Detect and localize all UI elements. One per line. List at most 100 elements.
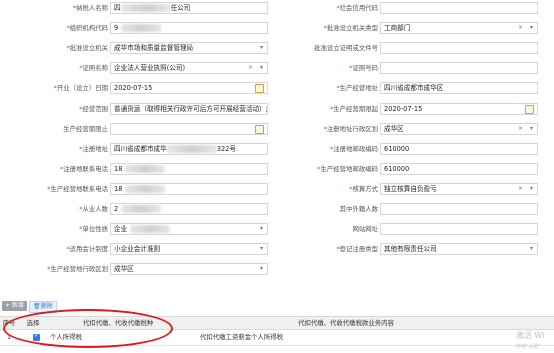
field-label-text: 批准设立机关 xyxy=(69,44,108,53)
field-value: 2020-07-15 xyxy=(384,104,423,113)
field-label-text: 生产经营地邮政编码 xyxy=(320,164,378,173)
field-label: *单位性质 xyxy=(4,222,108,236)
redacted-block xyxy=(120,4,171,12)
form-row: *注册地联系电话 18 *生产经营地邮政编码 610000 xyxy=(0,162,554,176)
chevron-down-icon[interactable]: ▾ xyxy=(260,224,263,234)
field-input[interactable]: 成华市场和质量监督管理局 ▾ xyxy=(110,42,268,55)
field-label-text: 单位性质 xyxy=(82,225,108,234)
delete-label: 删除 xyxy=(40,303,53,310)
form-row: *生产经营地行政区划 成华区 ▾ xyxy=(0,262,554,276)
field-label-text: 批准设立证明或文件号 xyxy=(314,44,378,53)
field-label: *经营范围 xyxy=(4,102,108,116)
calendar-icon[interactable] xyxy=(525,104,534,114)
field-label-text: 组织机构代码 xyxy=(69,24,108,33)
field-input[interactable]: 2020-07-15 xyxy=(380,102,538,115)
chevron-down-icon[interactable]: ▾ xyxy=(530,244,533,254)
field-value: 工商部门 xyxy=(384,24,411,33)
chevron-down-icon[interactable]: ▾ xyxy=(530,23,533,33)
field-label: *批准设立机关类型 xyxy=(274,21,378,35)
field-input[interactable]: 2 xyxy=(110,203,268,215)
field-input[interactable]: 四川省成都市成华区 xyxy=(380,82,538,95)
form-row: *单位性质 企业 ▾ 网站网址 xyxy=(0,222,554,236)
field-label: *组织机构代码 xyxy=(4,21,108,35)
field-input[interactable]: 2020-07-15 xyxy=(110,82,268,95)
calendar-icon[interactable] xyxy=(255,84,264,94)
form-row: *批准设立机关 成华市场和质量监督管理局 ▾ 批准设立证明或文件号 xyxy=(0,41,554,55)
field-input[interactable]: 18 xyxy=(110,162,268,175)
field-value: 其他有限责任公司 xyxy=(384,245,437,254)
field-value: 610000 xyxy=(384,164,410,173)
field-label-text: 开业（设立）日期 xyxy=(56,84,108,93)
field-input[interactable]: 小企业会计准则 ▾ xyxy=(110,243,268,256)
chevron-down-icon[interactable]: ▾ xyxy=(260,244,263,254)
field-label: *生产经营地行政区划 xyxy=(4,262,108,276)
field-input[interactable]: 企业 ▾ xyxy=(110,223,268,236)
field-label: *纳税人名称 xyxy=(4,1,108,15)
field-value: 成华区 xyxy=(114,265,134,274)
field-input[interactable]: 610000 xyxy=(380,162,538,175)
field-input[interactable]: 其他有限责任公司 ▾ xyxy=(380,243,538,256)
field-input[interactable] xyxy=(380,62,538,75)
field-input[interactable]: 9 xyxy=(110,22,268,35)
form-row: *开业（设立）日期 2020-07-15 *生产经营地址 四川省成都市成华区 xyxy=(0,81,554,95)
calendar-icon[interactable] xyxy=(255,124,264,134)
field-input[interactable]: 610000 xyxy=(380,142,538,155)
field-label: 生产经营期限止 xyxy=(4,122,108,136)
chevron-down-icon[interactable]: ▾ xyxy=(260,43,263,53)
field-label: *生产经营地址 xyxy=(274,81,378,95)
field-label-text: 经营范围 xyxy=(82,104,108,113)
clear-icon[interactable]: × xyxy=(518,23,523,33)
field-input[interactable] xyxy=(380,203,538,215)
field-input[interactable]: 四 任公司 xyxy=(110,2,268,14)
field-input[interactable]: 四川省成都市成华 322号 xyxy=(110,142,268,155)
field-value: 小企业会计准则 xyxy=(114,245,161,254)
clear-icon[interactable]: × xyxy=(248,63,253,73)
field-value: 四川省成都市成华 xyxy=(114,144,167,153)
field-input[interactable] xyxy=(380,42,538,55)
field-label: *开业（设立）日期 xyxy=(4,81,108,95)
field-input[interactable]: 普通货运（取得相关行政许可后方可开展经营活动）; xyxy=(110,102,268,115)
field-input[interactable]: 独立核算自负盈亏 × ▾ xyxy=(380,182,538,195)
redacted-block xyxy=(125,184,166,193)
field-input[interactable]: 企业法人营业执照(公司) × ▾ xyxy=(110,62,268,75)
field-label: *证照号码 xyxy=(274,61,378,75)
annotation-ellipse xyxy=(3,309,173,348)
redacted-block xyxy=(121,205,162,213)
field-label-text: 批准设立机关类型 xyxy=(326,24,378,33)
form-row: *证照名称 企业法人营业执照(公司) × ▾ *证照号码 xyxy=(0,61,554,75)
field-value: 成华市场和质量监督管理局 xyxy=(114,44,194,53)
field-input[interactable]: 工商部门 × ▾ xyxy=(380,22,538,35)
chevron-down-icon[interactable]: ▾ xyxy=(260,264,263,274)
chevron-down-icon[interactable]: ▾ xyxy=(260,63,263,73)
field-label: *证照名称 xyxy=(4,61,108,75)
field-label-text: 生产经营期限起 xyxy=(333,104,378,113)
form-row: *经营范围 普通货运（取得相关行政许可后方可开展经营活动）; *生产经营期限起 202… xyxy=(0,102,554,116)
clear-icon[interactable]: × xyxy=(518,124,523,134)
field-input[interactable]: 成华区 ▾ xyxy=(110,263,268,276)
chevron-down-icon[interactable]: ▾ xyxy=(530,184,533,194)
field-label-text: 从业人数 xyxy=(82,205,108,213)
field-label: *注册地邮政编码 xyxy=(274,142,378,156)
field-input[interactable] xyxy=(110,122,268,135)
field-label-text: 注册地址行政区划 xyxy=(326,124,378,133)
field-input[interactable] xyxy=(380,2,538,14)
form-row: *组织机构代码 9 *批准设立机关类型 工商部门 × ▾ xyxy=(0,21,554,35)
field-label-text: 注册地邮政编码 xyxy=(333,144,378,153)
field-label-text: 适用会计制度 xyxy=(69,245,108,254)
form-row: *从业人数 2 其中外籍人数 xyxy=(0,202,554,216)
field-label-text: 登记注册类型 xyxy=(339,245,378,254)
field-label: *生产经营期限起 xyxy=(274,102,378,116)
field-input[interactable] xyxy=(380,223,538,236)
clear-icon[interactable]: × xyxy=(518,184,523,194)
add-button[interactable]: + 新增 xyxy=(2,301,27,311)
field-input[interactable]: 18 xyxy=(110,182,268,195)
field-input[interactable]: 成华区 × ▾ xyxy=(380,122,538,135)
field-label: *核算方式 xyxy=(274,182,378,196)
chevron-down-icon[interactable]: ▾ xyxy=(530,124,533,134)
redacted-block xyxy=(130,225,171,234)
field-value: 四 xyxy=(114,4,121,12)
field-value: 18 xyxy=(114,164,123,173)
redacted-block xyxy=(121,24,162,33)
field-label: *社会信用代码 xyxy=(274,1,378,15)
form-row: *生产经营地联系电话 18 *核算方式 独立核算自负盈亏 × ▾ xyxy=(0,182,554,196)
